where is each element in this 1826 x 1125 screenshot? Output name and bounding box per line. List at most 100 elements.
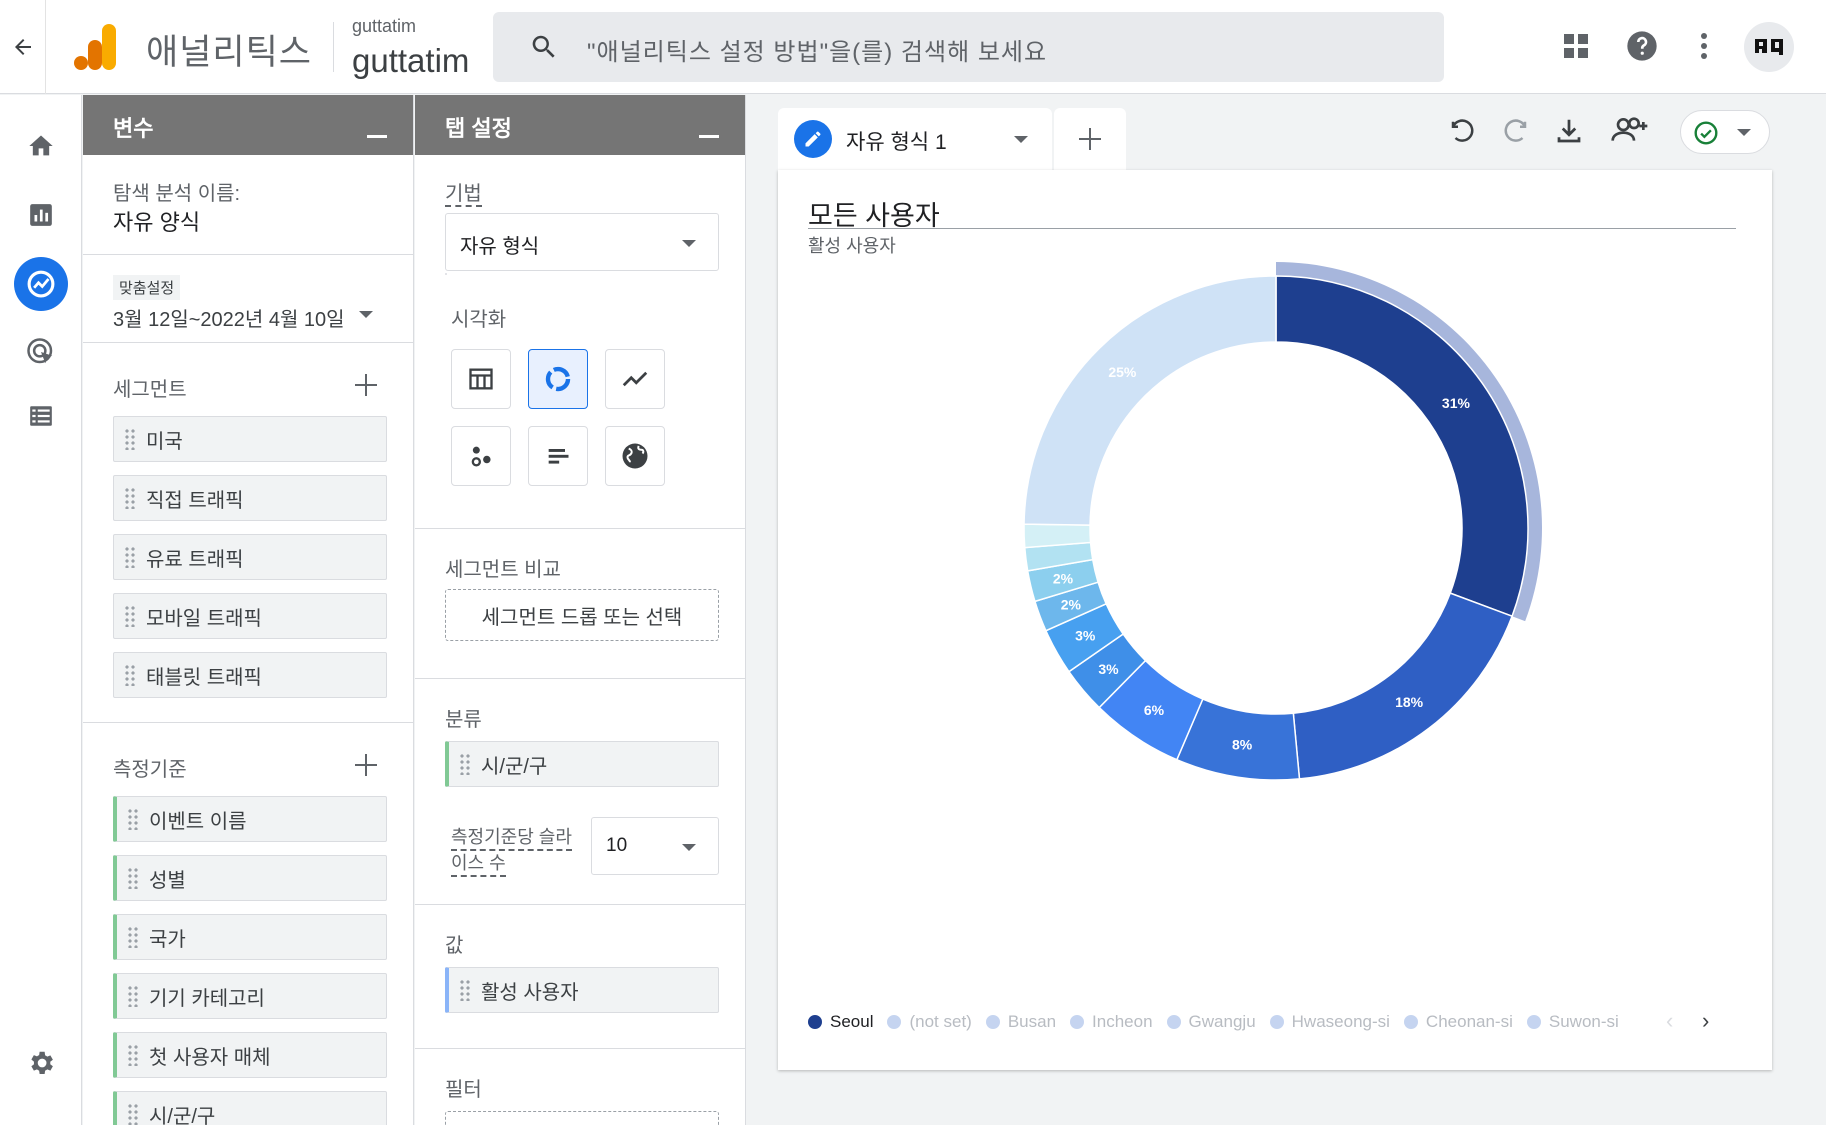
drag-handle-icon[interactable] <box>124 487 136 509</box>
line-viz-button[interactable] <box>605 349 665 409</box>
dimension-chip-label: 성별 <box>149 869 186 892</box>
donut-slice[interactable] <box>1023 275 1277 526</box>
dimension-chip[interactable]: 성별 <box>113 855 387 901</box>
add-segment-icon[interactable] <box>355 374 377 396</box>
drag-handle-icon[interactable] <box>127 985 139 1007</box>
drag-handle-icon[interactable] <box>127 1103 139 1125</box>
advertising-icon[interactable] <box>20 331 62 373</box>
account-name-small[interactable]: guttatim <box>352 16 416 37</box>
slice-data-label: 2% <box>1061 597 1082 613</box>
variables-panel-title: 변수 <box>113 116 154 141</box>
dimension-chip[interactable]: 시/군/구 <box>113 1091 387 1125</box>
collapse-tab-settings-icon[interactable] <box>699 135 719 138</box>
reports-icon[interactable] <box>20 194 62 236</box>
legend-item[interactable]: Seoul <box>808 1012 873 1032</box>
values-chip[interactable]: 활성 사용자 <box>445 967 719 1013</box>
dimension-chip[interactable]: 이벤트 이름 <box>113 796 387 842</box>
donut-chart-icon <box>545 366 571 392</box>
date-range-section: 맞춤설정 3월 12일~2022년 4월 10일 <box>83 255 413 343</box>
segment-chip[interactable]: 직접 트래픽 <box>113 475 387 521</box>
segment-chip[interactable]: 모바일 트래픽 <box>113 593 387 639</box>
dimension-chip[interactable]: 기기 카테고리 <box>113 973 387 1019</box>
drag-handle-icon[interactable] <box>124 546 136 568</box>
rows-per-dimension-value: 10 <box>606 835 628 856</box>
legend-item[interactable]: Hwaseong-si <box>1269 1012 1390 1032</box>
exploration-name-value[interactable]: 자유 양식 <box>113 205 200 237</box>
dimension-chip[interactable]: 첫 사용자 매체 <box>113 1032 387 1078</box>
search-placeholder: "애널리틱스 설정 방법"을(를) 검색해 보세요 <box>587 39 1048 66</box>
avatar[interactable] <box>1744 22 1794 72</box>
search-input[interactable]: "애널리틱스 설정 방법"을(를) 검색해 보세요 <box>493 12 1444 82</box>
slice-data-label: 3% <box>1098 661 1119 677</box>
rows-per-dimension-label: 측정기준당 슬라 이스 수 <box>451 825 572 877</box>
drag-handle-icon[interactable] <box>124 428 136 450</box>
edit-pencil-icon[interactable] <box>794 120 832 158</box>
drag-handle-icon[interactable] <box>127 1044 139 1066</box>
tab-menu-dropdown-icon[interactable] <box>1014 136 1028 143</box>
segment-chip[interactable]: 유료 트래픽 <box>113 534 387 580</box>
legend-label: Cheonan-si <box>1425 1012 1513 1031</box>
header-divider <box>333 22 334 72</box>
home-icon[interactable] <box>20 125 62 167</box>
legend-prev-icon[interactable]: ‹ <box>1666 1008 1673 1034</box>
collapse-variables-icon[interactable] <box>367 135 387 138</box>
add-tab-button[interactable] <box>1054 108 1126 170</box>
breakdown-chip[interactable]: 시/군/구 <box>445 741 719 787</box>
technique-select[interactable]: 자유 형식 <box>445 213 719 271</box>
geo-viz-button[interactable] <box>605 426 665 486</box>
filter-drop-zone[interactable] <box>445 1111 719 1125</box>
visualization-label: 시각화 <box>451 309 507 331</box>
undo-icon[interactable] <box>1448 118 1480 150</box>
table-viz-button[interactable] <box>451 349 511 409</box>
dimension-chip[interactable]: 국가 <box>113 914 387 960</box>
legend-item[interactable]: Incheon <box>1070 1012 1153 1032</box>
tab-settings-title: 탭 설정 <box>445 116 512 141</box>
values-chip-label: 활성 사용자 <box>481 981 579 1004</box>
donut-viz-button[interactable] <box>528 349 588 409</box>
search-icon <box>529 32 559 62</box>
segment-chip[interactable]: 미국 <box>113 416 387 462</box>
tab-freeform-1[interactable]: 자유 형식 1 <box>778 108 1052 170</box>
legend-item[interactable]: Suwon-si <box>1526 1012 1619 1032</box>
drag-handle-icon[interactable] <box>127 867 139 889</box>
drag-handle-icon[interactable] <box>459 979 471 1001</box>
legend-item[interactable]: (not set) <box>887 1012 972 1032</box>
add-dimension-icon[interactable] <box>355 754 377 776</box>
save-status-button[interactable] <box>1680 110 1770 154</box>
configure-list-icon[interactable] <box>20 395 62 437</box>
drag-handle-icon[interactable] <box>127 808 139 830</box>
drag-handle-icon[interactable] <box>127 926 139 948</box>
legend-label: Gwangju <box>1188 1012 1256 1031</box>
rows-per-dimension-select[interactable]: 10 <box>591 817 719 875</box>
explore-icon[interactable] <box>14 257 68 311</box>
slice-data-label: 25% <box>1108 364 1137 380</box>
donut-slice[interactable] <box>1292 592 1514 780</box>
segment-chip[interactable]: 태블릿 트래픽 <box>113 652 387 698</box>
property-name[interactable]: guttatim <box>352 42 469 80</box>
drag-handle-icon[interactable] <box>124 664 136 686</box>
download-icon[interactable] <box>1554 116 1586 148</box>
chart-card: 모든 사용자 활성 사용자 31% 18% 8% 6% 3% 3% 2% 2% 25% Seou… <box>778 170 1772 1070</box>
analytics-logo-icon[interactable] <box>74 24 118 70</box>
donut-slice[interactable] <box>1275 275 1529 618</box>
drag-handle-icon[interactable] <box>459 753 471 775</box>
back-arrow-icon[interactable] <box>0 0 46 94</box>
drag-handle-icon[interactable] <box>124 605 136 627</box>
legend-item[interactable]: Gwangju <box>1166 1012 1256 1032</box>
legend-item[interactable]: Busan <box>985 1012 1056 1032</box>
apps-grid-icon[interactable] <box>1558 28 1594 64</box>
more-vert-icon[interactable] <box>1686 28 1722 64</box>
settings-gear-icon[interactable] <box>20 1042 62 1084</box>
line-chart-icon <box>622 371 648 387</box>
scatter-viz-button[interactable] <box>451 426 511 486</box>
legend-item[interactable]: Cheonan-si <box>1403 1012 1513 1032</box>
redo-icon[interactable] <box>1500 118 1532 150</box>
share-user-add-icon[interactable] <box>1610 114 1650 146</box>
segment-drop-zone[interactable]: 세그먼트 드롭 또는 선택 <box>445 589 719 641</box>
date-range-dropdown-icon[interactable] <box>359 311 373 318</box>
date-range-value[interactable]: 3월 12일~2022년 4월 10일 <box>113 303 345 332</box>
legend-next-icon[interactable]: › <box>1702 1008 1709 1034</box>
slice-data-label: 6% <box>1144 702 1165 718</box>
help-icon[interactable] <box>1624 28 1660 64</box>
bar-viz-button[interactable] <box>528 426 588 486</box>
